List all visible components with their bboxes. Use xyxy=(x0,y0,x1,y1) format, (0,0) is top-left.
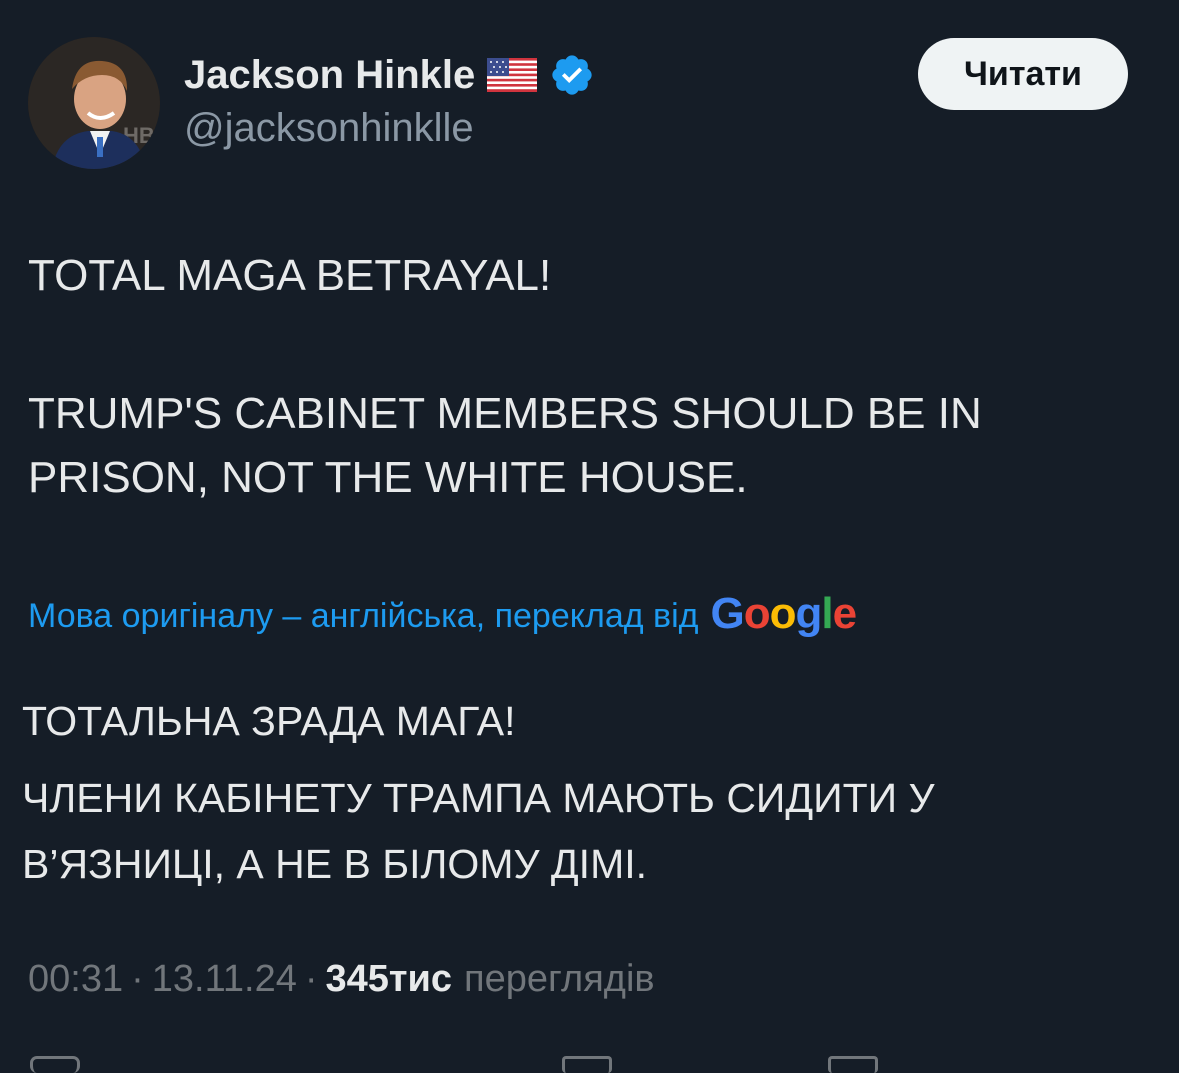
author-display-name[interactable]: Jackson Hinkle xyxy=(184,53,475,98)
translated-text-line-1: ТОТАЛЬНА ЗРАДА МАГА! xyxy=(22,698,516,744)
author-handle[interactable]: @jacksonhinklle xyxy=(184,106,474,151)
author-name-row: Jackson Hinkle xyxy=(184,50,595,100)
us-flag-icon xyxy=(487,58,538,92)
follow-button[interactable]: Читати xyxy=(918,38,1128,110)
verified-badge-icon[interactable] xyxy=(549,52,595,98)
views-label: переглядів xyxy=(464,958,655,1000)
meta-separator: · xyxy=(304,958,318,1000)
avatar-photo: HB xyxy=(28,37,160,169)
translation-note-text: Мова оригіналу – англійська, переклад ві… xyxy=(28,596,699,635)
tweet-date[interactable]: 13.11.24 xyxy=(152,958,297,1001)
like-icon[interactable] xyxy=(562,1056,612,1073)
google-logo: Google xyxy=(710,589,858,638)
tweet-time[interactable]: 00:31 xyxy=(28,958,123,1001)
translation-note[interactable]: Мова оригіналу – англійська, переклад ві… xyxy=(28,589,858,638)
meta-separator: · xyxy=(131,958,144,1000)
avatar[interactable]: HB xyxy=(28,37,160,169)
reply-icon[interactable] xyxy=(30,1056,80,1073)
tweet-text-line-2: TRUMP'S CABINET MEMBERS SHOULD BE IN PRI… xyxy=(28,389,982,502)
tweet: HB Jackson Hinkle @jacksonhinklle Читати… xyxy=(0,0,1179,1073)
translated-text-line-2: ЧЛЕНИ КАБІНЕТУ ТРАМПА МАЮТЬ СИДИТИ У В’Я… xyxy=(22,775,935,887)
action-bar xyxy=(0,1052,1179,1073)
bookmark-icon[interactable] xyxy=(828,1056,878,1073)
views-count: 345тис xyxy=(325,958,453,1000)
tweet-meta: 00:31 · 13.11.24 · 345тис переглядів xyxy=(28,958,655,1001)
tweet-text-line-1: TOTAL MAGA BETRAYAL! xyxy=(28,251,552,300)
